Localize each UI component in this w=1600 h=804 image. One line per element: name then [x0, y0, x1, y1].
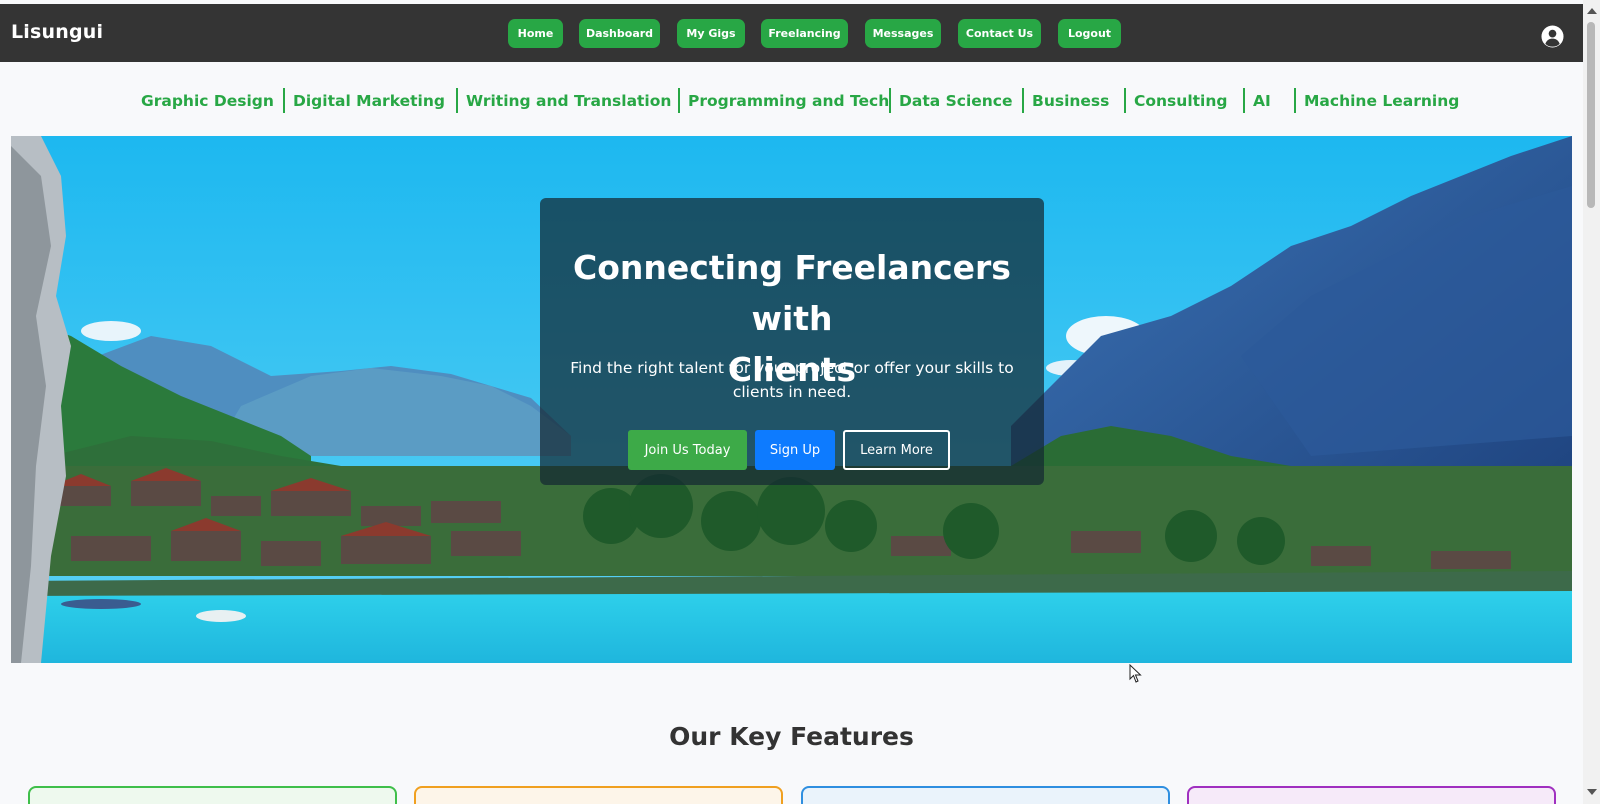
category-divider: [1124, 88, 1126, 113]
category-business[interactable]: Business: [1032, 88, 1109, 114]
category-consulting[interactable]: Consulting: [1134, 88, 1227, 114]
hero-subtitle: Find the right talent for your project o…: [564, 356, 1020, 404]
category-digital-marketing[interactable]: Digital Marketing: [293, 88, 445, 114]
features-heading: Our Key Features: [669, 722, 914, 751]
user-circle-icon[interactable]: [1541, 25, 1564, 48]
category-writing-translation[interactable]: Writing and Translation: [466, 88, 671, 114]
category-machine-learning[interactable]: Machine Learning: [1304, 88, 1459, 114]
hero-title-line-1: Connecting Freelancers with: [573, 248, 1011, 338]
nav-home-button[interactable]: Home: [508, 19, 563, 48]
category-divider: [1022, 88, 1024, 113]
category-bar: Graphic Design Digital Marketing Writing…: [0, 88, 1583, 114]
category-graphic-design[interactable]: Graphic Design: [141, 88, 274, 114]
feature-card[interactable]: [28, 786, 397, 804]
hero-section: Connecting Freelancers with Clients Find…: [11, 136, 1572, 663]
hero-card: Connecting Freelancers with Clients Find…: [540, 198, 1044, 485]
hero-subtitle-line-1: Find the right talent for your project o…: [570, 359, 1014, 377]
feature-card[interactable]: [414, 786, 783, 804]
sign-up-button[interactable]: Sign Up: [755, 430, 835, 470]
nav-logout-button[interactable]: Logout: [1058, 19, 1121, 48]
category-divider: [456, 88, 458, 113]
nav-dashboard-button[interactable]: Dashboard: [579, 19, 660, 48]
category-divider: [283, 88, 285, 113]
category-divider: [1294, 88, 1296, 113]
category-divider: [1243, 88, 1245, 113]
nav-messages-button[interactable]: Messages: [865, 19, 941, 48]
feature-card[interactable]: [801, 786, 1170, 804]
nav-my-gigs-button[interactable]: My Gigs: [677, 19, 745, 48]
scroll-up-arrow-icon[interactable]: [1587, 8, 1597, 14]
category-ai[interactable]: AI: [1253, 88, 1271, 114]
mouse-cursor-icon: [1129, 664, 1142, 683]
nav-contact-us-button[interactable]: Contact Us: [958, 19, 1041, 48]
top-navbar: Lisungui Home Dashboard My Gigs Freelanc…: [0, 4, 1583, 62]
hero-subtitle-line-2: clients in need.: [732, 383, 852, 401]
category-data-science[interactable]: Data Science: [899, 88, 1013, 114]
category-programming-tech[interactable]: Programming and Tech: [688, 88, 889, 114]
category-divider: [889, 88, 891, 113]
page: Lisungui Home Dashboard My Gigs Freelanc…: [0, 0, 1583, 804]
feature-card[interactable]: [1187, 786, 1556, 804]
scrollbar-thumb[interactable]: [1587, 22, 1595, 208]
scroll-down-arrow-icon[interactable]: [1587, 789, 1597, 795]
main-nav: Home Dashboard My Gigs Freelancing Messa…: [0, 19, 1583, 49]
category-divider: [678, 88, 680, 113]
join-us-today-button[interactable]: Join Us Today: [628, 430, 747, 470]
learn-more-button[interactable]: Learn More: [843, 430, 950, 470]
page-scrollbar[interactable]: [1583, 0, 1600, 804]
nav-freelancing-button[interactable]: Freelancing: [761, 19, 848, 48]
